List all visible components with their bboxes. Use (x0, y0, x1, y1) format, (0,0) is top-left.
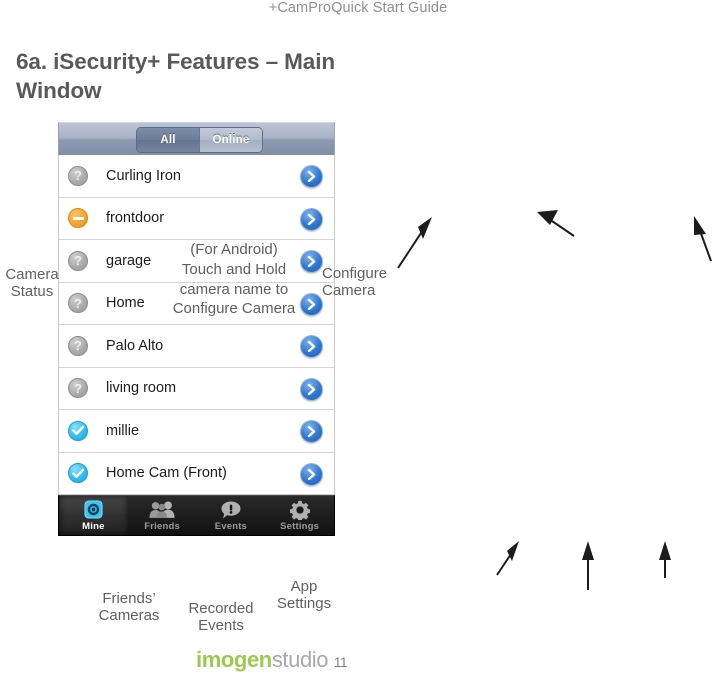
arrow-configure-camera-2 (537, 210, 575, 237)
arrow-app-settings (659, 541, 671, 578)
arrow-configure-camera-3 (694, 216, 712, 262)
footer-branding: imogenstudio 11 (196, 647, 347, 673)
arrow-configure-camera-1 (397, 217, 432, 269)
brand-studio: studio (271, 647, 329, 672)
arrow-friends-cameras (496, 541, 519, 576)
page-number: 11 (333, 655, 348, 670)
annotation-arrows (397, 210, 712, 590)
arrow-recorded-events (582, 541, 594, 590)
brand-imogen: imogen (196, 647, 272, 672)
